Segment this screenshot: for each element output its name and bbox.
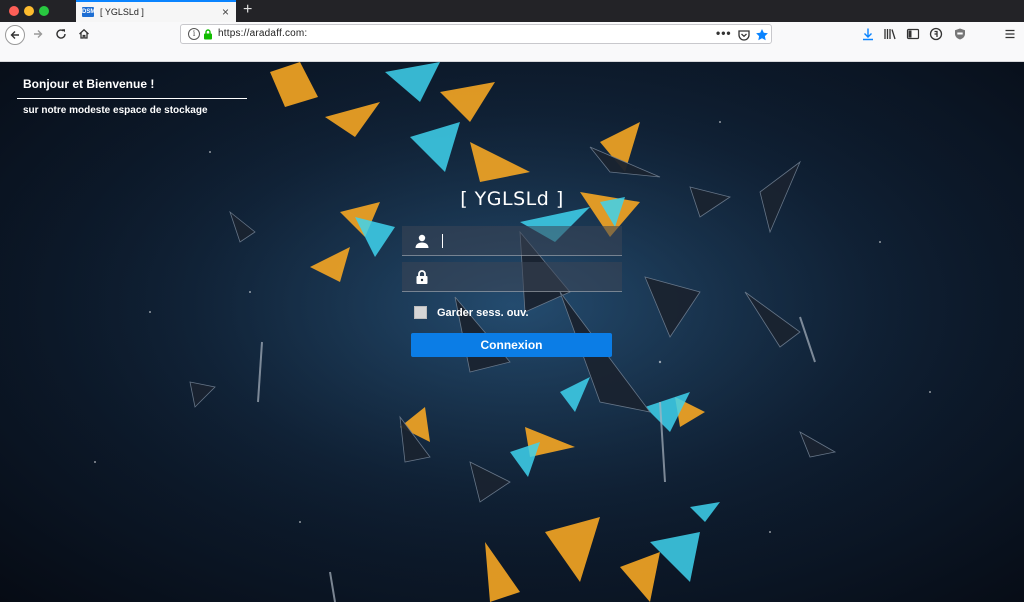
url-text[interactable]: https://aradaff.com: [218, 28, 307, 39]
home-button[interactable] [76, 26, 92, 42]
welcome-subtitle: sur notre modeste espace de stockage [23, 105, 208, 116]
new-tab-icon[interactable]: + [243, 1, 252, 19]
bookmark-star-icon[interactable] [755, 28, 769, 42]
shield-icon[interactable] [953, 27, 967, 41]
username-input[interactable] [438, 230, 614, 252]
brand-title: [ YGLSLd ] [460, 188, 564, 210]
back-button[interactable] [5, 25, 25, 45]
username-field[interactable] [402, 226, 622, 256]
remember-label[interactable]: Garder sess. ouv. [437, 307, 529, 319]
remember-session[interactable]: Garder sess. ouv. [414, 306, 529, 319]
lock-icon[interactable] [203, 29, 213, 40]
more-actions-icon[interactable]: ••• [716, 26, 732, 40]
info-icon[interactable]: i [188, 28, 200, 40]
tab-strip: DSM [ YGLSLd ] × + [0, 0, 1024, 22]
welcome-title: Bonjour et Bienvenue ! [23, 77, 155, 91]
user-icon [415, 234, 429, 248]
login-form: [ YGLSLd ] Garder sess. ouv. Connexion [397, 182, 627, 372]
library-icon[interactable] [883, 27, 897, 41]
zoom-window-button[interactable] [39, 6, 49, 16]
tab-close-icon[interactable]: × [222, 5, 229, 19]
sidebar-icon[interactable] [906, 27, 920, 41]
url-bar[interactable]: i https://aradaff.com: ••• [180, 24, 772, 44]
forward-arrow-icon [34, 30, 43, 38]
back-arrow-icon [10, 31, 19, 39]
login-button[interactable]: Connexion [411, 333, 612, 357]
login-page: Bonjour et Bienvenue ! sur notre modeste… [0, 62, 1024, 602]
remember-checkbox[interactable] [414, 306, 427, 319]
close-window-button[interactable] [9, 6, 19, 16]
active-tab[interactable]: DSM [ YGLSLd ] × [76, 0, 236, 22]
download-icon[interactable] [861, 27, 875, 41]
reload-button[interactable] [53, 26, 69, 42]
welcome-divider [17, 98, 247, 99]
welcome-block: Bonjour et Bienvenue ! sur notre modeste… [17, 77, 247, 116]
home-icon [79, 28, 89, 39]
text-caret [442, 234, 443, 248]
navigation-bar: i https://aradaff.com: ••• [0, 22, 1024, 62]
tab-title: [ YGLSLd ] [100, 7, 144, 17]
password-input[interactable] [438, 266, 614, 288]
password-field[interactable] [402, 262, 622, 292]
forward-button[interactable] [30, 26, 46, 42]
minimize-window-button[interactable] [24, 6, 34, 16]
account-icon[interactable] [929, 27, 943, 41]
menu-icon[interactable] [1003, 27, 1017, 41]
pocket-icon[interactable] [737, 28, 751, 42]
dsm-favicon-icon: DSM [82, 7, 96, 17]
reload-icon [56, 29, 66, 39]
password-lock-icon [416, 270, 428, 284]
